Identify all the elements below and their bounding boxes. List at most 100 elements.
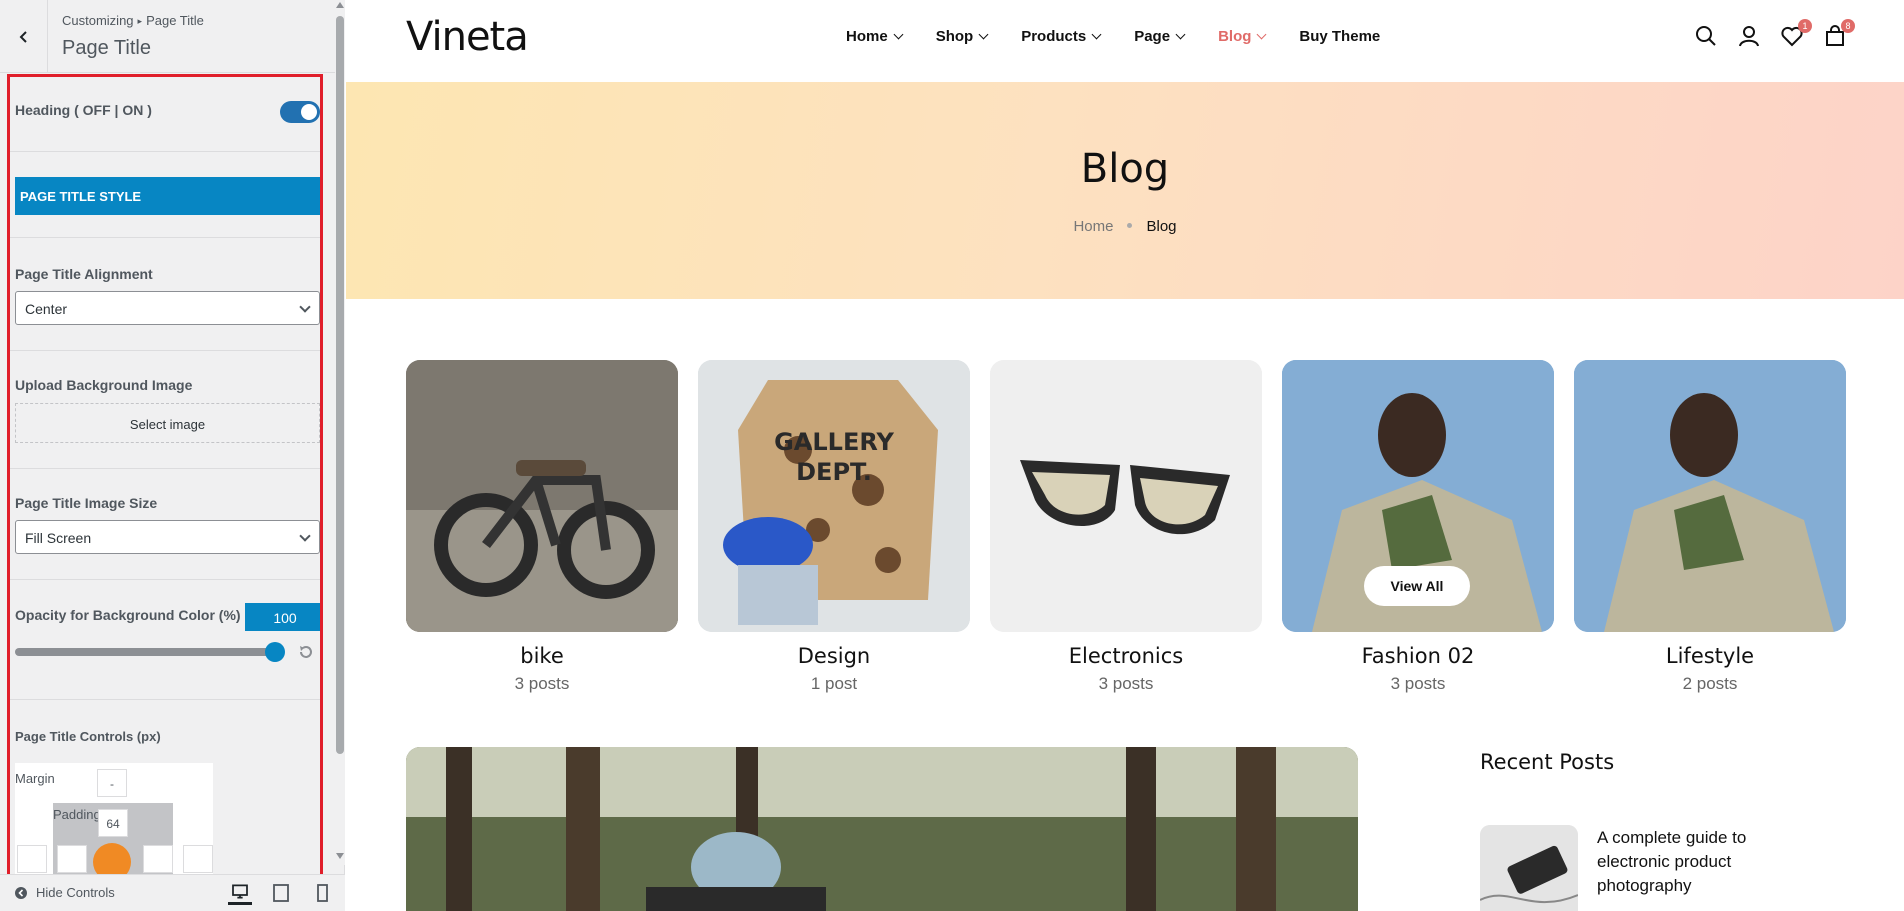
category-card[interactable]: GALLERY DEPT. Design 1 post [698,360,970,694]
scroll-up-arrow[interactable] [336,2,344,8]
box-model-control: Margin - Padding 64 [15,763,213,874]
chevron-left-icon [19,30,27,43]
page-title-hero: Blog Home Blog [346,82,1904,299]
category-card[interactable]: View All Fashion 02 3 posts [1282,360,1554,694]
select-image-button[interactable]: Select image [15,403,320,443]
section-header: PAGE TITLE STYLE [15,177,320,215]
category-card[interactable]: Lifestyle 2 posts [1574,360,1846,694]
nav-shop[interactable]: Shop [935,28,989,45]
breadcrumb-root: Customizing [62,13,134,28]
breadcrumb-home-link[interactable]: Home [1073,218,1113,235]
tablet-preview-icon[interactable] [269,881,293,905]
page-title: Blog [1080,146,1170,192]
opacity-input[interactable]: 100 [245,603,320,631]
cart-button[interactable]: 8 [1823,19,1855,48]
category-image [1574,360,1846,632]
cart-count-badge: 8 [1841,19,1855,33]
nav-buy-theme[interactable]: Buy Theme [1299,28,1380,45]
breadcrumb-current: Blog [1146,218,1177,235]
jacket-photo: GALLERY DEPT. [698,360,970,632]
margin-left-input[interactable] [17,845,47,873]
category-post-count: 3 posts [1098,674,1154,693]
scrollbar-thumb[interactable] [336,16,344,754]
heading-toggle[interactable] [280,101,320,123]
padding-left-input[interactable] [57,845,87,873]
svg-text:GALLERY: GALLERY [774,428,894,456]
desktop-preview-icon[interactable] [228,881,252,905]
bike-photo [406,360,678,632]
chevron-down-icon [299,530,311,542]
image-size-select[interactable]: Fill Screen [15,520,320,554]
alignment-label: Page Title Alignment [15,266,153,282]
category-post-count: 3 posts [514,674,570,693]
alignment-select[interactable]: Center [15,291,320,325]
customizer-footer: Hide Controls [0,874,345,911]
chevron-down-icon [299,301,311,313]
padding-top-input[interactable]: 64 [98,809,128,837]
view-all-button[interactable]: View All [1364,566,1470,606]
category-post-count: 2 posts [1682,674,1738,693]
customizer-header: Customizing ▸ Page Title Page Title [0,0,335,73]
opacity-slider-thumb[interactable] [265,642,285,662]
account-icon[interactable] [1737,24,1761,48]
chevron-down-icon [978,29,989,40]
nav-blog[interactable]: Blog [1218,28,1267,45]
padding-right-input[interactable] [143,845,173,873]
featured-post-image[interactable] [406,747,1358,911]
sunglasses-photo [990,360,1262,632]
category-image [406,360,678,632]
scroll-down-arrow[interactable] [336,853,344,859]
category-name: Lifestyle [1665,644,1755,668]
nav-page[interactable]: Page [1134,28,1186,45]
category-name: Design [797,644,871,668]
nav-label: Home [846,28,888,45]
mobile-preview-icon[interactable] [310,881,334,905]
main-nav: Home Shop Products Page Blog Buy Theme [846,28,1380,45]
nav-label: Page [1134,28,1171,45]
nav-label: Blog [1218,28,1252,45]
category-image: View All [1282,360,1554,632]
hero-breadcrumb: Home Blog [346,218,1904,235]
alignment-value: Center [25,301,68,317]
category-image [990,360,1262,632]
reset-icon[interactable] [297,643,315,661]
upload-label: Upload Background Image [15,377,193,393]
site-preview: Vineta Home Shop Products Page Blog Buy … [346,0,1904,911]
nav-label: Products [1021,28,1087,45]
nav-products[interactable]: Products [1021,28,1102,45]
recent-post-thumbnail[interactable] [1480,825,1578,911]
margin-top-input[interactable]: - [97,769,127,797]
back-button[interactable] [0,0,48,73]
image-size-label: Page Title Image Size [15,495,158,511]
padding-label: Padding [53,807,101,822]
forest-photo [406,747,1358,911]
recent-post-title[interactable]: A complete guide to electronic product p… [1597,826,1797,898]
category-post-count: 1 post [810,674,858,693]
hide-controls-button[interactable]: Hide Controls [14,885,115,900]
category-card[interactable]: Electronics 3 posts [990,360,1262,694]
breadcrumb-dot [1127,223,1133,228]
nav-label: Shop [935,28,974,45]
phone-photo [1480,825,1578,911]
margin-label: Margin [15,771,55,786]
opacity-slider-track[interactable] [15,648,280,656]
site-header: Vineta Home Shop Products Page Blog Buy … [346,0,1904,82]
sidebar-scrollbar[interactable] [335,0,345,865]
search-icon[interactable] [1694,24,1718,48]
preview-avatar [93,843,131,874]
category-post-count: 3 posts [1390,674,1446,693]
site-logo[interactable]: Vineta [406,14,529,60]
page-title-controls-panel: Heading ( OFF | ON ) PAGE TITLE STYLE Pa… [7,74,323,877]
nav-home[interactable]: Home [846,28,904,45]
divider [10,151,320,152]
category-card[interactable]: bike 3 posts [406,360,678,694]
margin-right-input[interactable] [183,845,213,873]
breadcrumb-current: Page Title [146,13,204,28]
divider [10,237,320,238]
breadcrumb-separator: ▸ [137,16,143,26]
chevron-down-icon [1256,29,1267,40]
lifestyle-photo [1574,360,1846,632]
breadcrumb: Customizing ▸ Page Title [62,13,204,28]
nav-label: Buy Theme [1299,28,1381,45]
wishlist-button[interactable]: 1 [1780,19,1812,48]
